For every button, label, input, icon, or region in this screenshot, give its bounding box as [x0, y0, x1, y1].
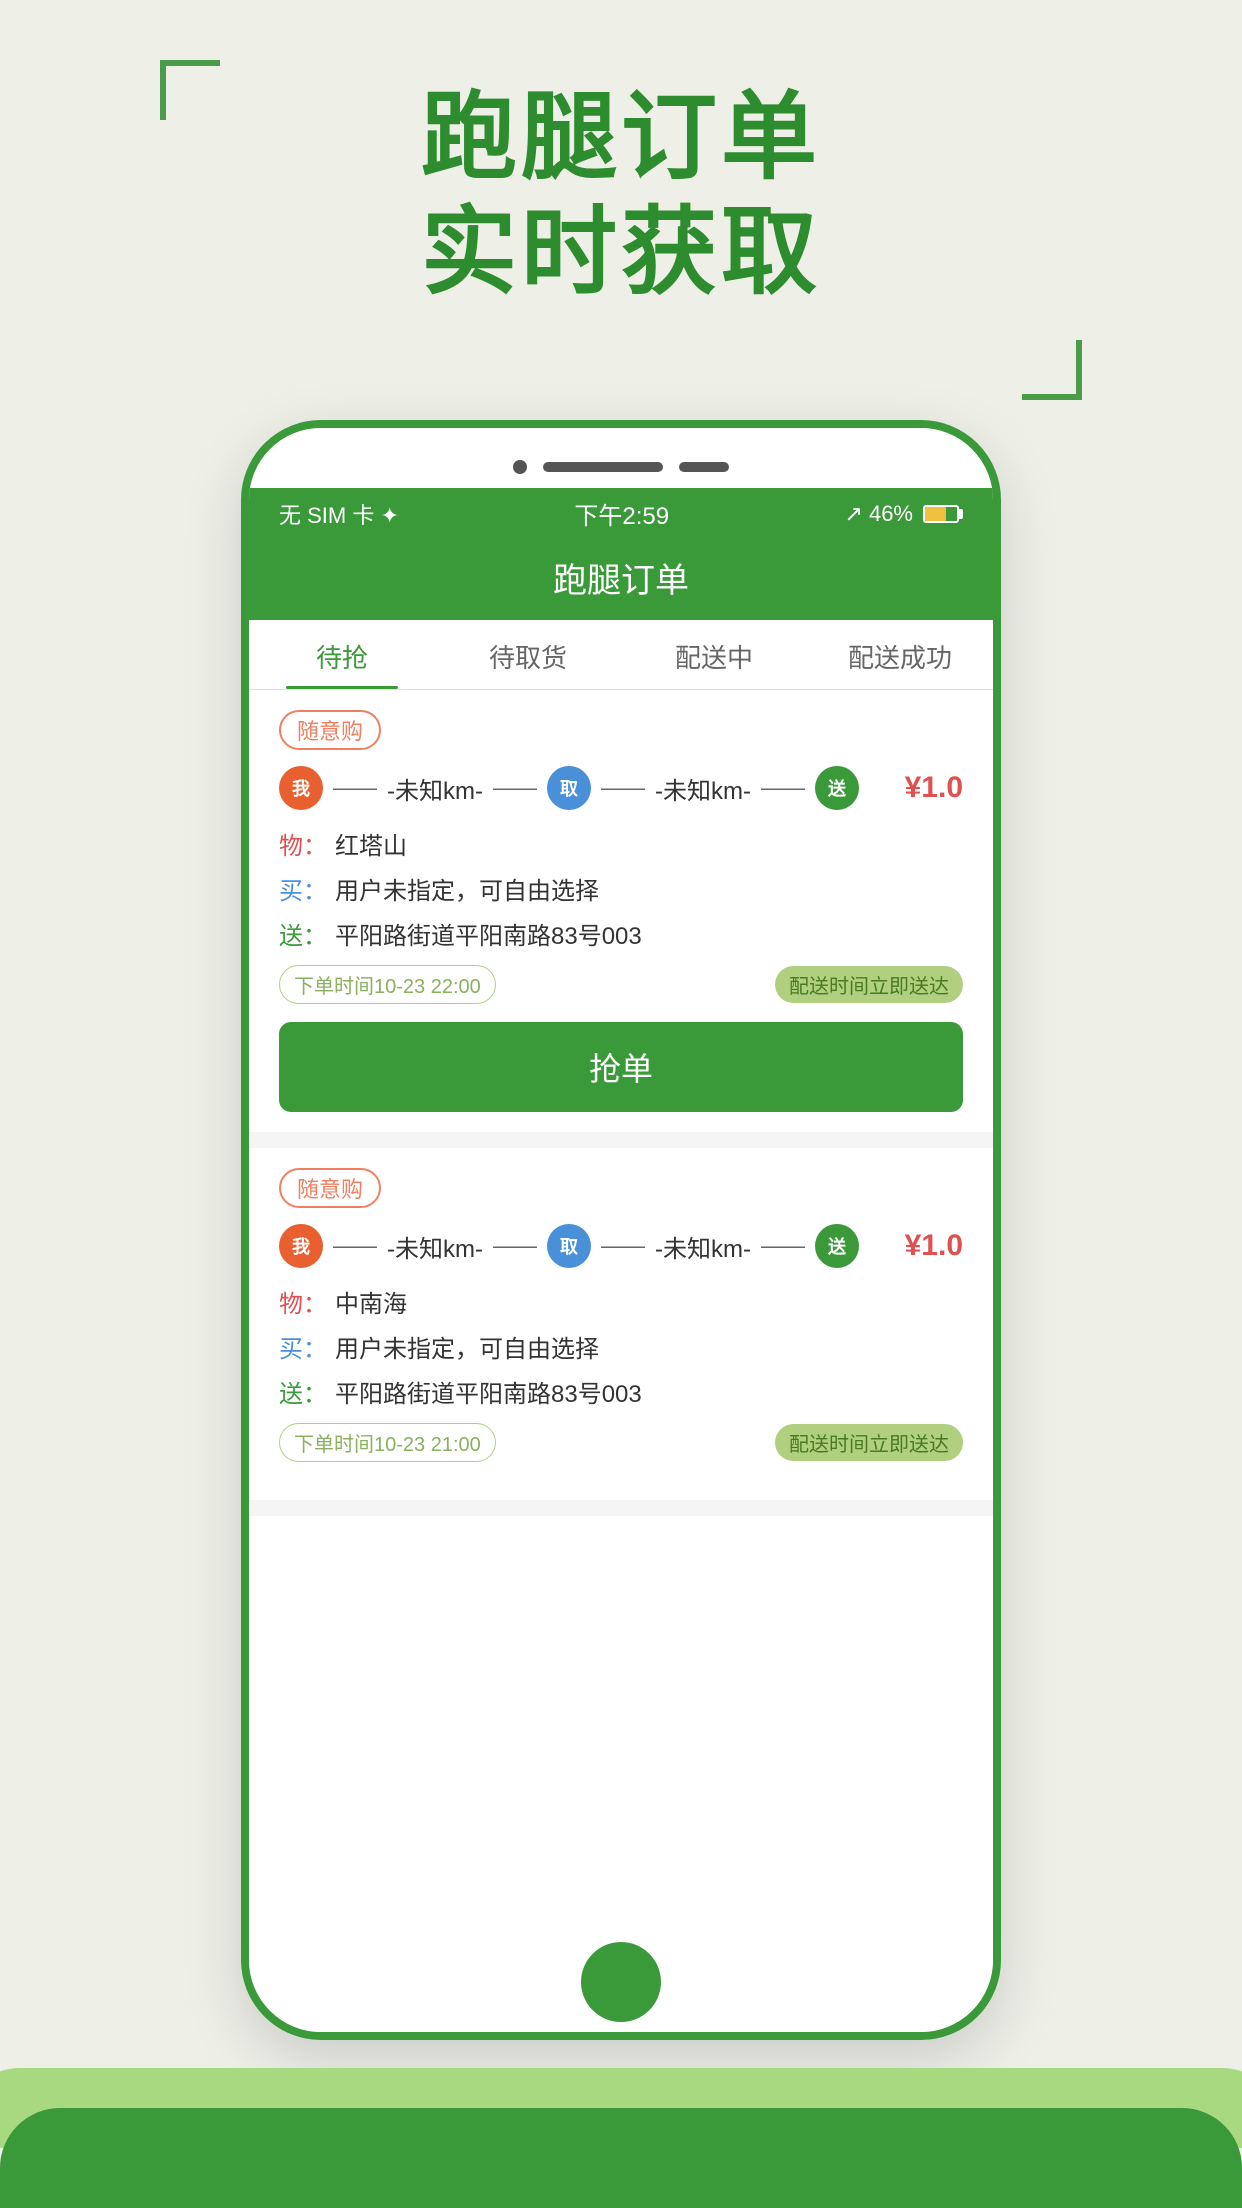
grass-dark: [0, 2108, 1242, 2208]
order-card-2: 随意购 我 —— -未知km- —— 取 —— -未知km- ——: [249, 1148, 993, 1500]
deliver-row-1: 送： 平阳路街道平阳南路83号003: [279, 916, 963, 951]
route-km1-2: -未知km-: [387, 1229, 483, 1264]
delivery-time-badge-1: 配送时间立即送达: [775, 966, 963, 1003]
buy-label-1: 买：: [279, 871, 327, 906]
phone-screen: 无 SIM 卡 ✦ 下午2:59 ↗ 46% 跑腿订单: [249, 488, 993, 1932]
route-dash-5: ——: [333, 1233, 377, 1259]
grass-decoration: [0, 2048, 1242, 2208]
deliver-value-1: 平阳路街道平阳南路83号003: [335, 916, 642, 951]
deliver-icon-2: 送: [815, 1224, 859, 1268]
deliver-row-2: 送： 平阳路街道平阳南路83号003: [279, 1374, 963, 1409]
order-time-badge-1: 下单时间10-23 22:00: [279, 965, 496, 1004]
deliver-icon-1: 送: [815, 766, 859, 810]
app-header: 跑腿订单: [249, 539, 993, 620]
hero-title-line1: 跑腿订单: [0, 80, 1242, 195]
route-dash-6: ——: [493, 1233, 537, 1259]
hero-title-line2: 实时获取: [0, 195, 1242, 310]
volume-down-button: [241, 788, 243, 868]
buy-value-1: 用户未指定，可自由选择: [335, 871, 599, 906]
tab-bar[interactable]: 待抢 待取货 配送中 配送成功: [249, 620, 993, 690]
goods-label-1: 物：: [279, 826, 327, 861]
tab-waiting-pickup[interactable]: 待取货: [435, 620, 621, 689]
route-dash-8: ——: [761, 1233, 805, 1259]
sim-status: 无 SIM 卡 ✦: [279, 498, 399, 530]
background: 跑腿订单 实时获取 无 SIM 卡 ✦ 下午2:59 ↗ 46%: [0, 0, 1242, 2208]
volume-up-button: [241, 688, 243, 768]
phone-notch: [249, 428, 993, 488]
battery-fill: [925, 507, 946, 521]
pick-icon-2: 取: [547, 1224, 591, 1268]
order-card-1: 随意购 我 —— -未知km- —— 取 —— -未知km- ——: [249, 690, 993, 1132]
me-icon-2: 我: [279, 1224, 323, 1268]
route-km1-1: -未知km-: [387, 771, 483, 806]
bracket-bottom-right-decoration: [1022, 340, 1082, 400]
route-dash-1: ——: [333, 775, 377, 801]
status-left: 无 SIM 卡 ✦: [279, 498, 399, 530]
route-dash-2: ——: [493, 775, 537, 801]
phone-bottom-bar: [249, 1932, 993, 2032]
notch-bar-long: [543, 462, 663, 472]
buy-row-1: 买： 用户未指定，可自由选择: [279, 871, 963, 906]
me-icon-1: 我: [279, 766, 323, 810]
tab-waiting-grab[interactable]: 待抢: [249, 620, 435, 689]
phone-mockup: 无 SIM 卡 ✦ 下午2:59 ↗ 46% 跑腿订单: [241, 420, 1001, 2040]
hero-section: 跑腿订单 实时获取: [0, 80, 1242, 310]
price-1: ¥1.0: [905, 771, 963, 805]
battery-icon: [919, 505, 963, 523]
battery-percentage: 46%: [869, 501, 913, 527]
delivery-time-badge-2: 配送时间立即送达: [775, 1424, 963, 1461]
goods-row-2: 物： 中南海: [279, 1284, 963, 1319]
route-row-2: 我 —— -未知km- —— 取 —— -未知km- —— 送: [279, 1224, 963, 1268]
goods-label-2: 物：: [279, 1284, 327, 1319]
battery-body: [923, 505, 959, 523]
buy-value-2: 用户未指定，可自由选择: [335, 1329, 599, 1364]
deliver-label-1: 送：: [279, 916, 327, 951]
buy-row-2: 买： 用户未指定，可自由选择: [279, 1329, 963, 1364]
route-row-1: 我 —— -未知km- —— 取 —— -未知km- —— 送: [279, 766, 963, 810]
status-time: 下午2:59: [574, 496, 669, 531]
order-time-badge-2: 下单时间10-23 21:00: [279, 1423, 496, 1462]
route-dash-4: ——: [761, 775, 805, 801]
deliver-value-2: 平阳路街道平阳南路83号003: [335, 1374, 642, 1409]
category-badge-2: 随意购: [279, 1168, 381, 1208]
grab-button-1[interactable]: 抢单: [279, 1022, 963, 1112]
price-2: ¥1.0: [905, 1229, 963, 1263]
notch-dot: [513, 460, 527, 474]
tab-delivering[interactable]: 配送中: [621, 620, 807, 689]
notch-bar-short: [679, 462, 729, 472]
location-icon: ↗: [845, 501, 863, 527]
order-list: 随意购 我 —— -未知km- —— 取 —— -未知km- ——: [249, 690, 993, 1516]
power-button: [999, 738, 1001, 858]
status-right: ↗ 46%: [845, 501, 963, 527]
route-km2-1: -未知km-: [655, 771, 751, 806]
route-dash-3: ——: [601, 775, 645, 801]
deliver-label-2: 送：: [279, 1374, 327, 1409]
pick-icon-1: 取: [547, 766, 591, 810]
goods-row-1: 物： 红塔山: [279, 826, 963, 861]
home-button[interactable]: [581, 1942, 661, 2022]
route-km2-2: -未知km-: [655, 1229, 751, 1264]
time-row-2: 下单时间10-23 21:00 配送时间立即送达: [279, 1423, 963, 1462]
goods-value-2: 中南海: [335, 1284, 407, 1319]
battery-tip: [959, 509, 963, 519]
buy-label-2: 买：: [279, 1329, 327, 1364]
tab-delivered[interactable]: 配送成功: [807, 620, 993, 689]
status-bar: 无 SIM 卡 ✦ 下午2:59 ↗ 46%: [249, 488, 993, 539]
route-dash-7: ——: [601, 1233, 645, 1259]
goods-value-1: 红塔山: [335, 826, 407, 861]
category-badge-1: 随意购: [279, 710, 381, 750]
time-row-1: 下单时间10-23 22:00 配送时间立即送达: [279, 965, 963, 1004]
